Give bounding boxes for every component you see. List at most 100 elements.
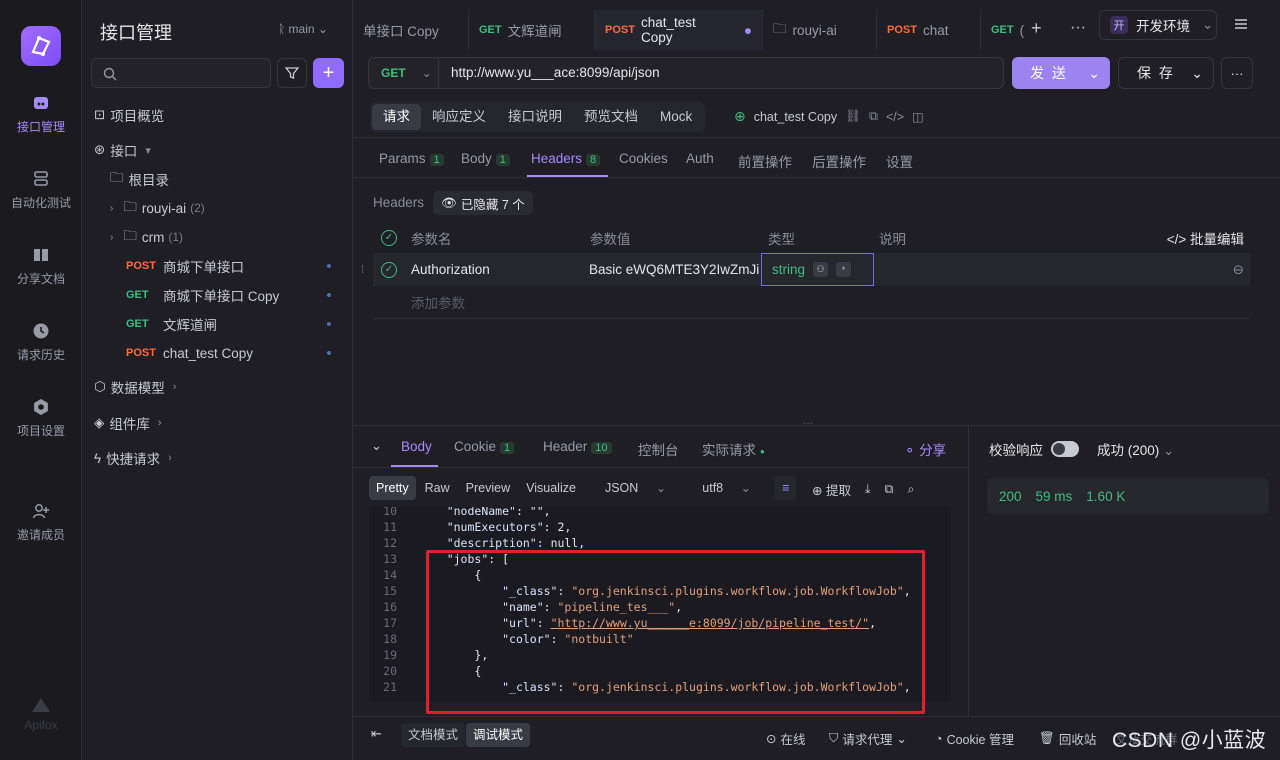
- encoding-select[interactable]: utf8 ⌄: [688, 476, 765, 500]
- nav-interface-management[interactable]: 接口管理: [0, 94, 82, 135]
- tab-post-operations[interactable]: 后置操作: [812, 151, 866, 171]
- tree-api-item[interactable]: GET 文辉道闸: [82, 311, 353, 337]
- tree-api-item[interactable]: POST 商城下单接口: [82, 253, 353, 279]
- tab-settings[interactable]: 设置: [886, 151, 913, 171]
- tab-headers[interactable]: Headers 8: [531, 151, 601, 166]
- environment-selector[interactable]: 开 开发环境 ⌄: [1099, 10, 1217, 40]
- nav-request-history[interactable]: 请求历史: [0, 322, 82, 363]
- mode-api-description[interactable]: 接口说明: [497, 104, 573, 130]
- format-pretty[interactable]: Pretty: [369, 476, 416, 500]
- tab-console[interactable]: 控制台: [638, 439, 679, 459]
- extract-button[interactable]: ⊕ 提取: [812, 480, 851, 499]
- tab-item[interactable]: GET(: [981, 10, 1024, 50]
- mode-preview-doc[interactable]: 预览文档: [573, 104, 649, 130]
- remove-row-icon[interactable]: ⊖: [1233, 262, 1244, 278]
- verify-toggle[interactable]: [1051, 441, 1079, 457]
- code-icon[interactable]: </>: [886, 110, 904, 124]
- request-proxy[interactable]: ⛉ 请求代理 ⌄: [829, 729, 907, 748]
- tree-root[interactable]: 🗀 根目录: [82, 166, 353, 192]
- tree-api-item[interactable]: GET 商城下单接口 Copy: [82, 282, 353, 308]
- wrap-lines-icon[interactable]: ≡: [775, 476, 797, 500]
- add-button[interactable]: +: [313, 58, 344, 88]
- required-icon[interactable]: *: [836, 262, 852, 277]
- tab-auth[interactable]: Auth: [686, 151, 714, 166]
- collapse-icon[interactable]: ⌄: [371, 438, 382, 454]
- link-icon[interactable]: ⛓: [845, 109, 861, 124]
- tab-item[interactable]: 单接口 Copy: [353, 10, 469, 50]
- menu-button[interactable]: [1233, 16, 1253, 36]
- tab-cookies[interactable]: Cookies: [619, 151, 668, 166]
- save-button[interactable]: 保 存 ⌄: [1118, 57, 1214, 89]
- tab-item[interactable]: POST chat: [877, 10, 981, 50]
- status-selector[interactable]: 成功 (200) ⌄: [1097, 439, 1174, 459]
- nav-project-settings[interactable]: 项目设置: [0, 398, 82, 439]
- tree-data-models[interactable]: ⬡ 数据模型 ›: [82, 374, 353, 400]
- tree-folder-crm[interactable]: › 🗀 crm (1): [82, 224, 353, 250]
- tree-quick-requests[interactable]: ϟ 快捷请求 ›: [82, 445, 353, 471]
- format-visualize[interactable]: Visualize: [519, 476, 583, 500]
- trash-button[interactable]: 🗑 回收站: [1039, 729, 1096, 748]
- tree-folder-rouyi-ai[interactable]: › 🗀 rouyi-ai (2): [82, 195, 353, 221]
- mode-response-definition[interactable]: 响应定义: [421, 104, 497, 130]
- nav-share-docs[interactable]: 分享文档: [0, 246, 82, 287]
- tab-response-header[interactable]: Header 10: [543, 439, 612, 454]
- branch-selector[interactable]: ᚱ main ⌄: [278, 22, 328, 36]
- bulk-edit-button[interactable]: </> 批量编辑: [1167, 228, 1244, 248]
- tab-actual-request[interactable]: 实际请求 ●: [702, 439, 765, 459]
- search-input[interactable]: [91, 58, 271, 88]
- filter-button[interactable]: [277, 58, 307, 88]
- param-name[interactable]: Authorization: [411, 262, 490, 277]
- tree-interfaces[interactable]: ⊛ 接口 ▾: [82, 137, 353, 163]
- format-icon[interactable]: ⚇: [813, 262, 829, 277]
- tab-response-body[interactable]: Body: [401, 439, 432, 454]
- tree-components[interactable]: ◈ 组件库 ›: [82, 410, 353, 436]
- tab-params[interactable]: Params 1: [379, 151, 444, 166]
- tab-body[interactable]: Body 1: [461, 151, 510, 166]
- drag-handle-icon[interactable]: ⁞: [361, 264, 364, 276]
- nav-invite-members[interactable]: 邀请成员: [0, 502, 82, 543]
- param-type-select[interactable]: string ⚇ *: [761, 253, 874, 286]
- content-type-select[interactable]: JSON ⌄: [591, 476, 680, 500]
- app-logo-icon[interactable]: [21, 26, 61, 66]
- tab-item[interactable]: GET 文辉道闸: [469, 10, 595, 50]
- nav-automation-test[interactable]: 自动化测试: [0, 170, 82, 211]
- url-input[interactable]: http://www.yu___ace:8099/api/json: [451, 65, 660, 80]
- copy-icon[interactable]: ⧉: [869, 109, 878, 124]
- tab-pre-operations[interactable]: 前置操作: [738, 151, 792, 171]
- line-number: 16: [383, 600, 397, 614]
- hidden-headers-toggle[interactable]: 👁 已隐藏 7 个: [433, 191, 533, 215]
- mode-request[interactable]: 请求: [372, 104, 421, 130]
- doc-mode-button[interactable]: 文档模式: [401, 723, 466, 747]
- unsaved-dot: ●: [743, 22, 752, 38]
- clock-icon: [32, 322, 50, 340]
- headers-label: Headers: [373, 195, 425, 210]
- more-actions-button[interactable]: ···: [1221, 57, 1253, 89]
- collapse-sidebar-icon[interactable]: ⇤: [371, 726, 382, 742]
- send-button[interactable]: 发 送 ⌄: [1012, 57, 1110, 89]
- copy-icon[interactable]: ⧉: [885, 482, 894, 497]
- share-button[interactable]: ⚬ 分享: [904, 439, 946, 459]
- method-selector[interactable]: GET ⌄: [369, 58, 439, 88]
- tab-item[interactable]: 🗀 rouyi-ai: [763, 10, 877, 50]
- mode-mock[interactable]: Mock: [649, 104, 703, 130]
- row-checkbox[interactable]: ✓: [381, 261, 397, 278]
- format-preview[interactable]: Preview: [459, 476, 517, 500]
- tab-more-button[interactable]: ···: [1070, 19, 1086, 37]
- cookie-manager[interactable]: ◔ Cookie 管理: [935, 729, 1014, 748]
- new-tab-button[interactable]: +: [1031, 18, 1042, 39]
- online-status[interactable]: ⊙ 在线: [766, 729, 806, 748]
- tab-item-active[interactable]: POST chat_test Copy ●: [595, 10, 763, 50]
- format-raw[interactable]: Raw: [418, 476, 457, 500]
- tree-api-item[interactable]: POST chat_test Copy: [82, 340, 353, 366]
- select-all-checkbox[interactable]: ✓: [381, 229, 397, 246]
- param-value[interactable]: Basic eWQ6MTE3Y2IwZmJi(: [589, 262, 759, 277]
- download-icon[interactable]: ⤓: [865, 482, 871, 497]
- verify-response: 校验响应 成功 (200) ⌄: [989, 439, 1174, 459]
- debug-mode-button[interactable]: 调试模式: [466, 723, 531, 747]
- tree-overview[interactable]: ⊡ 项目概览: [82, 102, 353, 128]
- request-mode-switch: 请求 响应定义 接口说明 预览文档 Mock: [370, 102, 706, 132]
- tab-response-cookie[interactable]: Cookie 1: [454, 439, 515, 454]
- add-param-row[interactable]: 添加参数: [373, 286, 1250, 319]
- panel-icon[interactable]: ◫: [912, 109, 924, 124]
- search-icon[interactable]: ⌕: [907, 482, 914, 497]
